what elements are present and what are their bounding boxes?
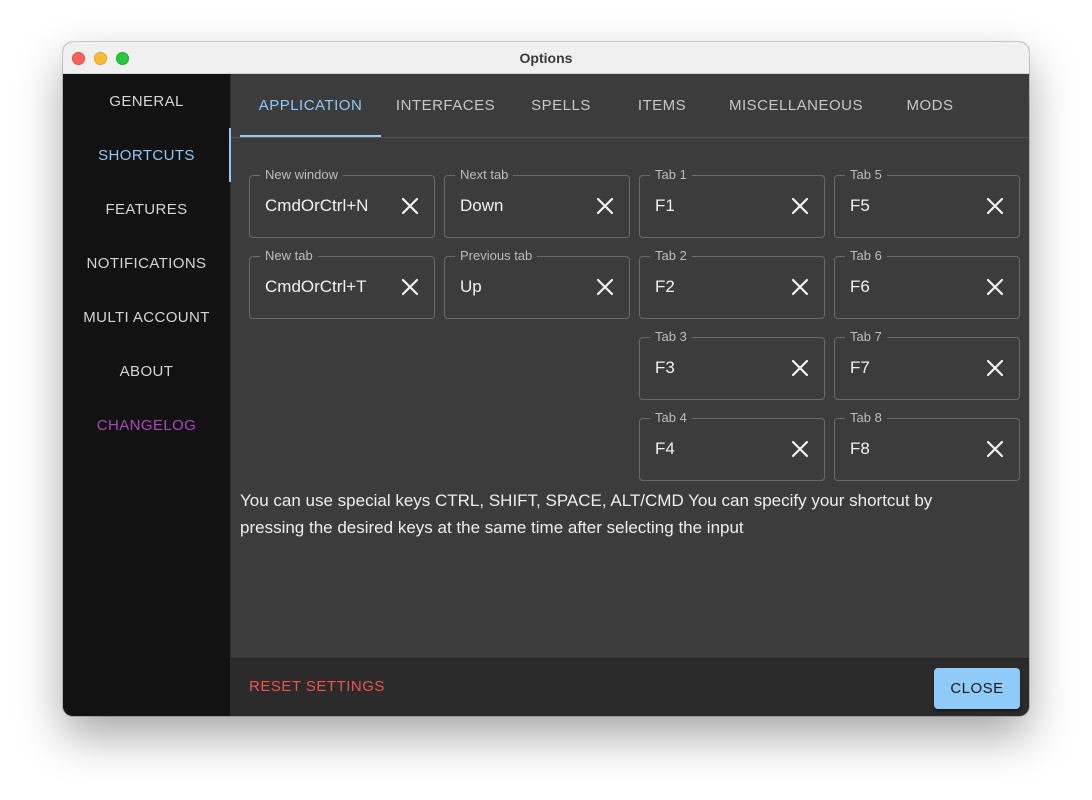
shortcut-field-previous-tab[interactable]: Previous tab Up [444, 248, 630, 319]
options-window: Options GENERAL SHORTCUTS FEATURES NOTIF… [63, 42, 1029, 716]
close-icon[interactable] [985, 439, 1005, 459]
window-controls [72, 52, 129, 65]
shortcut-field-tab-4[interactable]: Tab 4 F4 [639, 410, 825, 481]
field-label: Tab 4 [650, 410, 692, 425]
sidebar-item-about[interactable]: ABOUT [63, 344, 230, 398]
field-value[interactable]: F3 [655, 358, 675, 378]
field-label: Tab 2 [650, 248, 692, 263]
field-value[interactable]: F8 [850, 439, 870, 459]
field-label: Previous tab [455, 248, 538, 263]
field-value[interactable]: CmdOrCtrl+N [265, 196, 368, 216]
close-icon[interactable] [790, 196, 810, 216]
field-label: Tab 1 [650, 167, 692, 182]
close-window-button[interactable] [72, 52, 85, 65]
field-label: Next tab [455, 167, 514, 182]
shortcut-field-tab-6[interactable]: Tab 6 F6 [834, 248, 1020, 319]
shortcut-field-next-tab[interactable]: Next tab Down [444, 167, 630, 238]
tab-bar: APPLICATION INTERFACES SPELLS ITEMS MISC… [240, 74, 980, 137]
close-icon[interactable] [985, 277, 1005, 297]
sidebar-item-shortcuts[interactable]: SHORTCUTS [63, 128, 231, 182]
close-icon[interactable] [985, 358, 1005, 378]
close-icon[interactable] [595, 196, 615, 216]
zoom-window-button[interactable] [116, 52, 129, 65]
field-label: New tab [260, 248, 318, 263]
shortcut-hint-text: You can use special keys CTRL, SHIFT, SP… [240, 491, 933, 537]
field-value[interactable]: F4 [655, 439, 675, 459]
field-value[interactable]: Down [460, 196, 503, 216]
sidebar-item-features[interactable]: FEATURES [63, 182, 230, 236]
close-icon[interactable] [595, 277, 615, 297]
tab-miscellaneous[interactable]: MISCELLANEOUS [712, 74, 880, 137]
close-icon[interactable] [400, 277, 420, 297]
sidebar-item-general[interactable]: GENERAL [63, 74, 230, 128]
titlebar: Options [63, 42, 1029, 74]
sidebar-item-changelog[interactable]: CHANGELOG [63, 398, 230, 452]
shortcut-field-new-tab[interactable]: New tab CmdOrCtrl+T [249, 248, 435, 319]
sidebar-item-multi-account[interactable]: MULTI ACCOUNT [63, 290, 230, 344]
shortcut-field-new-window[interactable]: New window CmdOrCtrl+N [249, 167, 435, 238]
close-icon[interactable] [400, 196, 420, 216]
minimize-window-button[interactable] [94, 52, 107, 65]
shortcut-field-tab-7[interactable]: Tab 7 F7 [834, 329, 1020, 400]
shortcut-field-tab-2[interactable]: Tab 2 F2 [639, 248, 825, 319]
tab-application[interactable]: APPLICATION [240, 74, 381, 137]
shortcut-field-tab-1[interactable]: Tab 1 F1 [639, 167, 825, 238]
tab-interfaces[interactable]: INTERFACES [381, 74, 510, 137]
tab-mods[interactable]: MODS [880, 74, 980, 137]
shortcut-field-tab-5[interactable]: Tab 5 F5 [834, 167, 1020, 238]
tab-divider [231, 137, 1029, 138]
field-value[interactable]: Up [460, 277, 482, 297]
tab-spells[interactable]: SPELLS [510, 74, 612, 137]
field-value[interactable]: CmdOrCtrl+T [265, 277, 367, 297]
field-value[interactable]: F1 [655, 196, 675, 216]
field-label: Tab 6 [845, 248, 887, 263]
field-label: Tab 5 [845, 167, 887, 182]
field-value[interactable]: F5 [850, 196, 870, 216]
footer-bar: RESET SETTINGS CLOSE [231, 658, 1029, 716]
close-button[interactable]: CLOSE [934, 668, 1020, 709]
field-value[interactable]: F2 [655, 277, 675, 297]
close-icon[interactable] [985, 196, 1005, 216]
field-value[interactable]: F6 [850, 277, 870, 297]
window-title: Options [519, 49, 573, 66]
tab-items[interactable]: ITEMS [612, 74, 712, 137]
close-icon[interactable] [790, 439, 810, 459]
sidebar-item-notifications[interactable]: NOTIFICATIONS [63, 236, 230, 290]
field-label: New window [260, 167, 343, 182]
shortcut-field-tab-3[interactable]: Tab 3 F3 [639, 329, 825, 400]
reset-settings-button[interactable]: RESET SETTINGS [249, 678, 385, 695]
close-icon[interactable] [790, 277, 810, 297]
shortcut-field-tab-8[interactable]: Tab 8 F8 [834, 410, 1020, 481]
field-value[interactable]: F7 [850, 358, 870, 378]
main-panel: APPLICATION INTERFACES SPELLS ITEMS MISC… [231, 74, 1029, 658]
field-label: Tab 7 [845, 329, 887, 344]
field-label: Tab 3 [650, 329, 692, 344]
close-icon[interactable] [790, 358, 810, 378]
field-label: Tab 8 [845, 410, 887, 425]
sidebar: GENERAL SHORTCUTS FEATURES NOTIFICATIONS… [63, 74, 231, 716]
